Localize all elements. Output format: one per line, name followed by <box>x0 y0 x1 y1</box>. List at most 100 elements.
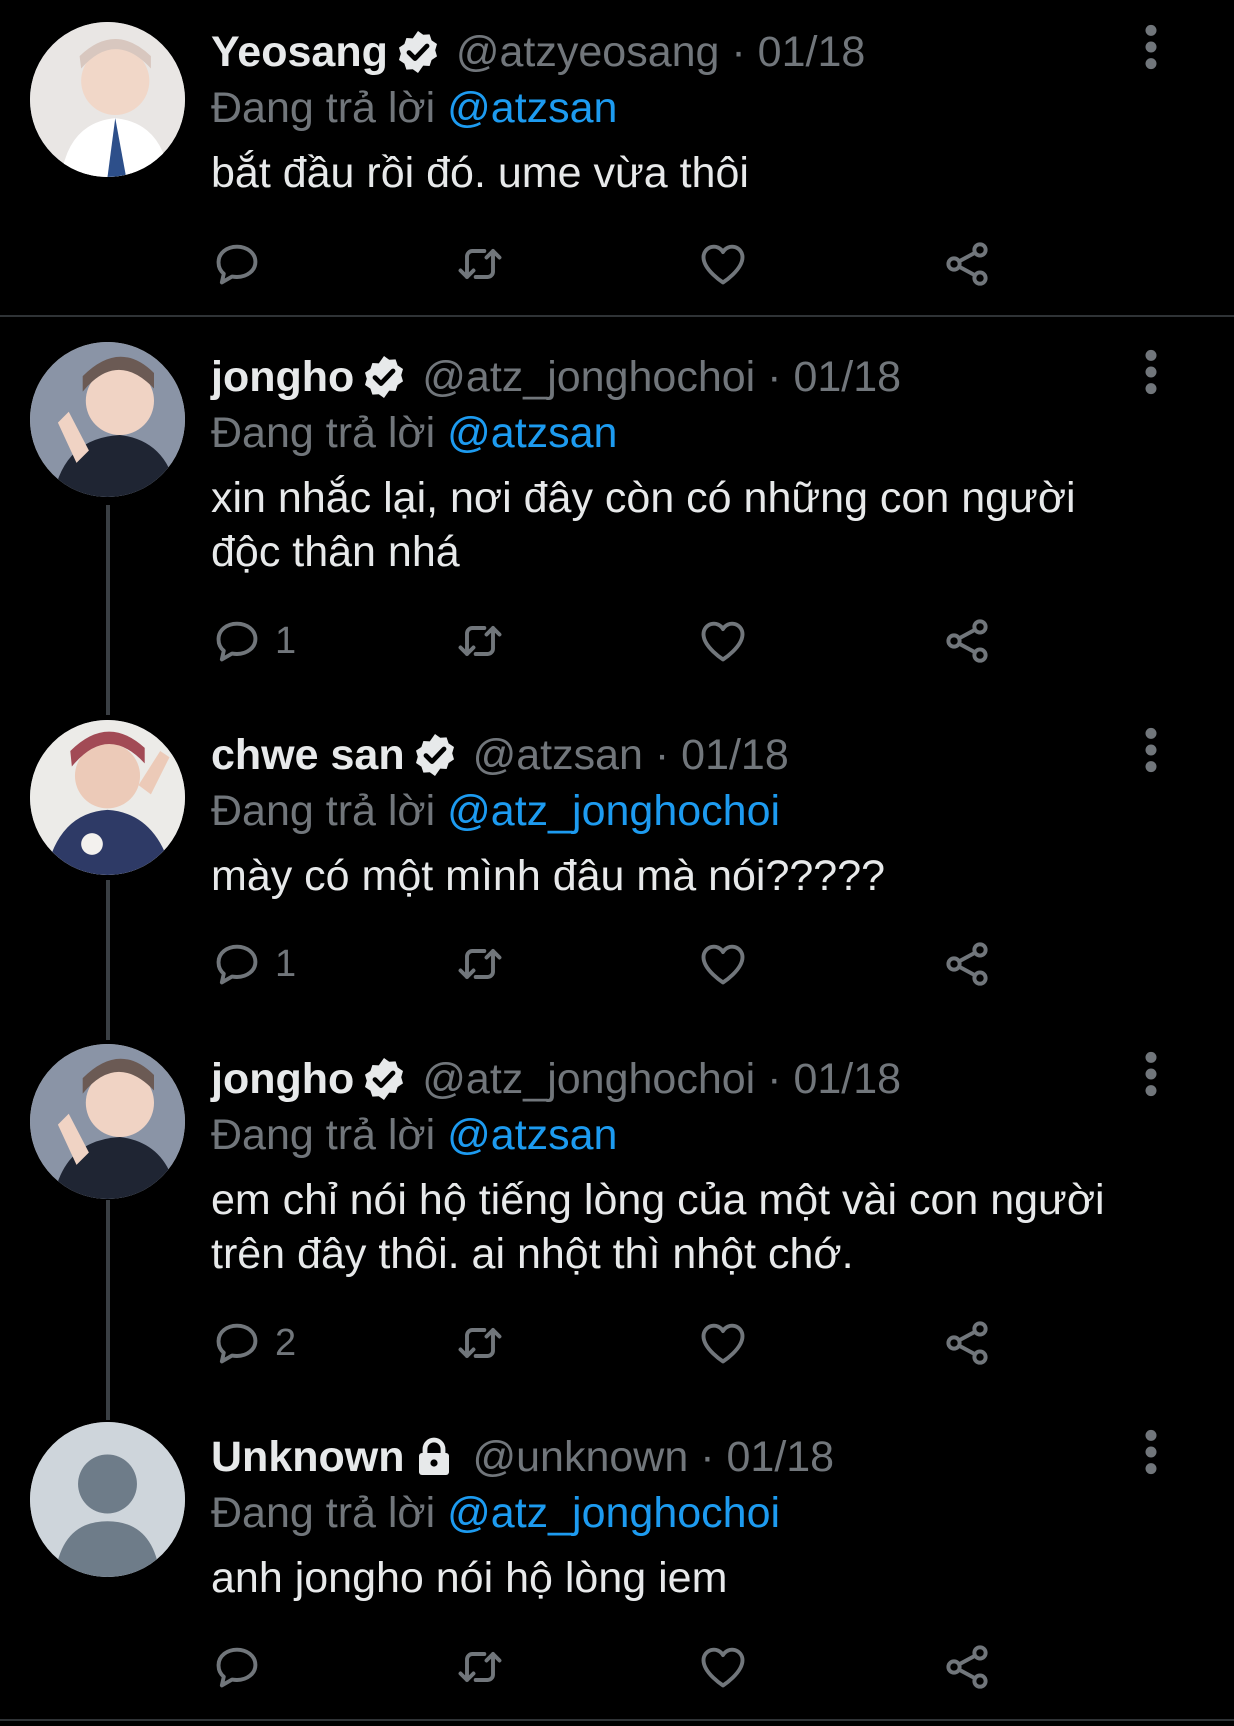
reply-icon <box>216 1323 258 1364</box>
display-name[interactable]: Unknown <box>211 1433 404 1482</box>
like-icon <box>701 621 745 662</box>
retweet-icon <box>458 949 502 979</box>
tweet-text: xin nhắc lại, nơi đây còn có những con n… <box>211 474 1076 576</box>
replying-label: Đang trả lời <box>211 787 448 835</box>
share-button[interactable] <box>941 1317 993 1369</box>
more-icon[interactable] <box>1137 1427 1165 1477</box>
share-icon <box>946 1321 988 1365</box>
more-icon[interactable] <box>1137 725 1165 775</box>
reply-icon <box>216 621 258 662</box>
replying-label: Đang trả lời <box>211 1489 448 1537</box>
tweet-date[interactable]: 01/18 <box>681 731 789 780</box>
avatar[interactable] <box>30 1044 185 1199</box>
user-handle[interactable]: @unknown <box>472 1433 688 1482</box>
like-icon <box>701 244 745 285</box>
retweet-button[interactable] <box>454 938 506 990</box>
tweet-text: em chỉ nói hộ tiếng lòng của một vài con… <box>211 1176 1105 1278</box>
tweet-text: mày có một mình đâu mà nói????? <box>211 852 886 900</box>
tweet[interactable]: jongho @atz_jonghochoi · 01/18 Đang trả … <box>0 325 1234 690</box>
retweet-button[interactable] <box>454 1317 506 1369</box>
reply-count: 1 <box>275 942 297 985</box>
retweet-button[interactable] <box>454 238 506 290</box>
timeline-divider <box>0 1719 1234 1721</box>
replying-to: Đang trả lời @atz_jonghochoi <box>211 1485 1111 1541</box>
tweet-date[interactable]: 01/18 <box>758 28 866 77</box>
share-button[interactable] <box>941 238 993 290</box>
verified-badge-icon <box>411 731 459 779</box>
display-name[interactable]: jongho <box>211 1055 354 1104</box>
retweet-icon <box>458 626 502 656</box>
tweet-date[interactable]: 01/18 <box>726 1433 834 1482</box>
tweet-date[interactable]: 01/18 <box>793 353 901 402</box>
tweet[interactable]: jongho @atz_jonghochoi · 01/18 Đang trả … <box>0 1027 1234 1392</box>
display-name[interactable]: Yeosang <box>211 28 388 77</box>
display-name[interactable]: jongho <box>211 353 354 402</box>
retweet-button[interactable] <box>454 615 506 667</box>
share-icon <box>946 942 988 986</box>
avatar[interactable] <box>30 720 185 875</box>
tweet[interactable]: chwe san @atzsan · 01/18 Đang trả lời @a… <box>0 703 1234 1028</box>
reply-count: 2 <box>275 1321 297 1364</box>
more-icon[interactable] <box>1137 347 1165 397</box>
user-handle[interactable]: @atz_jonghochoi <box>422 1055 755 1104</box>
like-button[interactable] <box>697 938 749 990</box>
verified-badge-icon <box>394 28 442 76</box>
verified-badge-icon <box>360 1055 408 1103</box>
reply-count: 1 <box>275 619 297 662</box>
avatar[interactable] <box>30 1422 185 1577</box>
more-icon[interactable] <box>1137 22 1165 72</box>
user-handle[interactable]: @atz_jonghochoi <box>422 353 755 402</box>
user-handle[interactable]: @atzsan <box>473 731 643 780</box>
share-button[interactable] <box>941 1641 993 1693</box>
reply-button[interactable]: 1 <box>211 938 296 990</box>
reply-icon <box>216 244 258 285</box>
tweet[interactable]: Yeosang @atzyeosang · 01/18 Đang trả lời… <box>0 0 1234 315</box>
tweet-text: anh jongho nói hộ lòng iem <box>211 1554 728 1602</box>
like-button[interactable] <box>697 238 749 290</box>
reply-mention-link[interactable]: @atzsan <box>447 1111 617 1159</box>
timeline-divider <box>0 315 1234 317</box>
reply-icon <box>216 944 258 985</box>
reply-button[interactable]: 1 <box>211 615 296 667</box>
reply-mention-link[interactable]: @atzsan <box>447 84 617 132</box>
replying-to: Đang trả lời @atzsan <box>211 80 1111 136</box>
share-button[interactable] <box>941 615 993 667</box>
retweet-button[interactable] <box>454 1641 506 1693</box>
like-icon <box>701 1647 745 1688</box>
retweet-icon <box>458 1328 502 1358</box>
retweet-icon <box>458 1652 502 1682</box>
lock-icon <box>410 1433 458 1481</box>
tweet[interactable]: Unknown @unknown · 01/18 Đang trả lời @a… <box>0 1405 1234 1719</box>
replying-label: Đang trả lời <box>211 84 448 132</box>
replying-to: Đang trả lời @atz_jonghochoi <box>211 783 1111 839</box>
user-handle[interactable]: @atzyeosang <box>456 28 720 77</box>
reply-mention-link[interactable]: @atz_jonghochoi <box>447 787 780 835</box>
reply-button[interactable] <box>211 238 275 290</box>
reply-button[interactable] <box>211 1641 275 1693</box>
retweet-icon <box>458 249 502 279</box>
reply-mention-link[interactable]: @atz_jonghochoi <box>447 1489 780 1537</box>
share-icon <box>946 619 988 663</box>
display-name[interactable]: chwe san <box>211 731 405 780</box>
share-button[interactable] <box>941 938 993 990</box>
reply-button[interactable]: 2 <box>211 1317 296 1369</box>
avatar[interactable] <box>30 342 185 497</box>
separator-dot: · <box>688 1432 727 1481</box>
reply-icon <box>216 1647 258 1688</box>
like-button[interactable] <box>697 615 749 667</box>
replying-label: Đang trả lời <box>211 409 448 457</box>
replying-to: Đang trả lời @atzsan <box>211 405 1111 461</box>
more-icon[interactable] <box>1137 1049 1165 1099</box>
reply-mention-link[interactable]: @atzsan <box>447 409 617 457</box>
separator-dot: · <box>755 1054 794 1103</box>
like-button[interactable] <box>697 1317 749 1369</box>
avatar[interactable] <box>30 22 185 177</box>
tweet-date[interactable]: 01/18 <box>793 1055 901 1104</box>
replying-label: Đang trả lời <box>211 1111 448 1159</box>
replying-to: Đang trả lời @atzsan <box>211 1107 1111 1163</box>
separator-dot: · <box>755 352 794 401</box>
share-icon <box>946 242 988 286</box>
like-button[interactable] <box>697 1641 749 1693</box>
separator-dot: · <box>719 27 758 76</box>
verified-badge-icon <box>360 353 408 401</box>
